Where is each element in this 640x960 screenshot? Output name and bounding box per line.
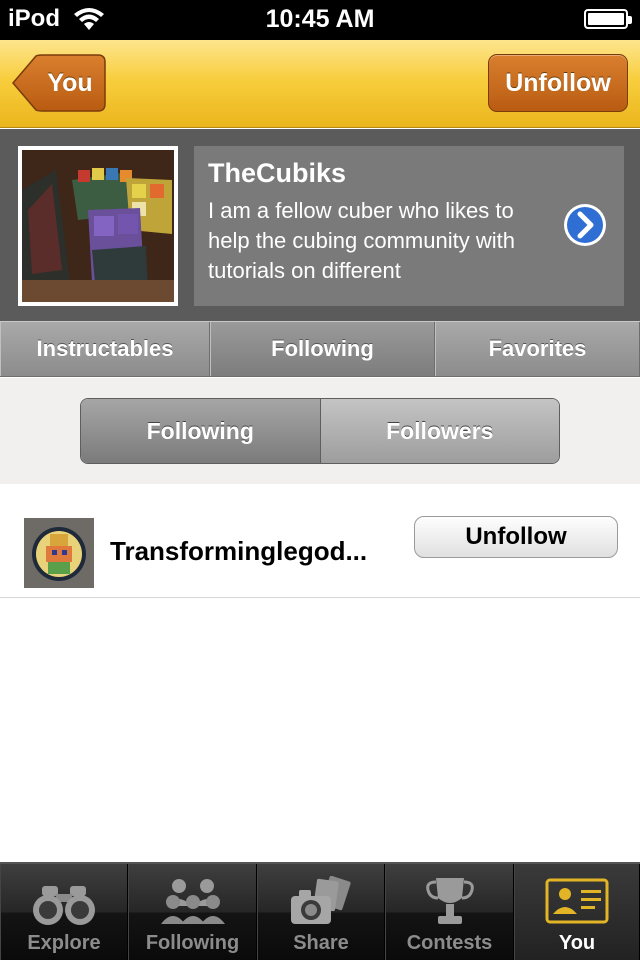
tabbar-label: Following — [145, 932, 240, 954]
avatar-image — [22, 150, 174, 302]
tabbar-item-share[interactable]: Share — [257, 864, 385, 960]
status-bar: iPod 10:45 AM — [0, 0, 640, 40]
clock: 10:45 AM — [265, 5, 375, 33]
tab-instructables[interactable]: Instructables — [0, 322, 210, 376]
rubiks-cubes-photo — [22, 150, 174, 302]
profile-avatar[interactable] — [18, 146, 178, 306]
username[interactable]: Transforminglegod... — [110, 536, 396, 567]
back-button[interactable]: You — [12, 54, 106, 112]
trophy-icon — [425, 878, 474, 924]
profile-bio: I am a fellow cuber who likes to help th… — [208, 198, 515, 283]
tab-following[interactable]: Following — [210, 322, 435, 376]
profile-tabs: Instructables Following Favorites — [0, 321, 640, 377]
user-avatar[interactable] — [24, 518, 94, 588]
segment-followers[interactable]: Followers — [319, 399, 559, 463]
pixel-art-avatar — [24, 518, 94, 588]
profile-info-card[interactable]: TheCubiks I am a fellow cuber who likes … — [194, 146, 624, 306]
binoculars-icon — [33, 886, 95, 925]
following-list: Transforminglegod... Unfollow — [0, 484, 640, 860]
camera-photos-icon — [291, 876, 351, 924]
tabbar-label: You — [558, 932, 596, 954]
bottom-tab-bar: Explore Following Share Contests You — [0, 862, 640, 960]
tabbar-label: Contests — [406, 932, 493, 954]
unfollow-button[interactable]: Unfollow — [488, 54, 628, 112]
unfollow-user-button[interactable]: Unfollow — [414, 516, 618, 558]
battery-icon — [584, 9, 632, 29]
follow-segmented-control: Following Followers — [80, 398, 560, 464]
tabbar-label: Share — [293, 932, 349, 954]
navigation-bar: You Unfollow — [0, 40, 640, 128]
segment-following[interactable]: Following — [81, 399, 320, 463]
back-button-label: You — [47, 69, 93, 97]
tabbar-item-explore[interactable]: Explore — [0, 864, 128, 960]
people-icon — [160, 879, 225, 924]
tabbar-item-you[interactable]: You — [514, 864, 640, 960]
follow-filter-area: Following Followers — [0, 378, 640, 484]
id-card-icon — [545, 878, 609, 924]
tab-favorites[interactable]: Favorites — [435, 322, 640, 376]
tabbar-item-contests[interactable]: Contests — [385, 864, 514, 960]
list-item[interactable]: Transforminglegod... Unfollow — [0, 502, 640, 598]
chevron-right-circle-icon[interactable] — [562, 202, 608, 248]
tabbar-label: Explore — [27, 932, 101, 954]
tabbar-item-following[interactable]: Following — [128, 864, 257, 960]
profile-header: TheCubiks I am a fellow cuber who likes … — [0, 129, 640, 321]
profile-name: TheCubiks — [208, 158, 347, 188]
